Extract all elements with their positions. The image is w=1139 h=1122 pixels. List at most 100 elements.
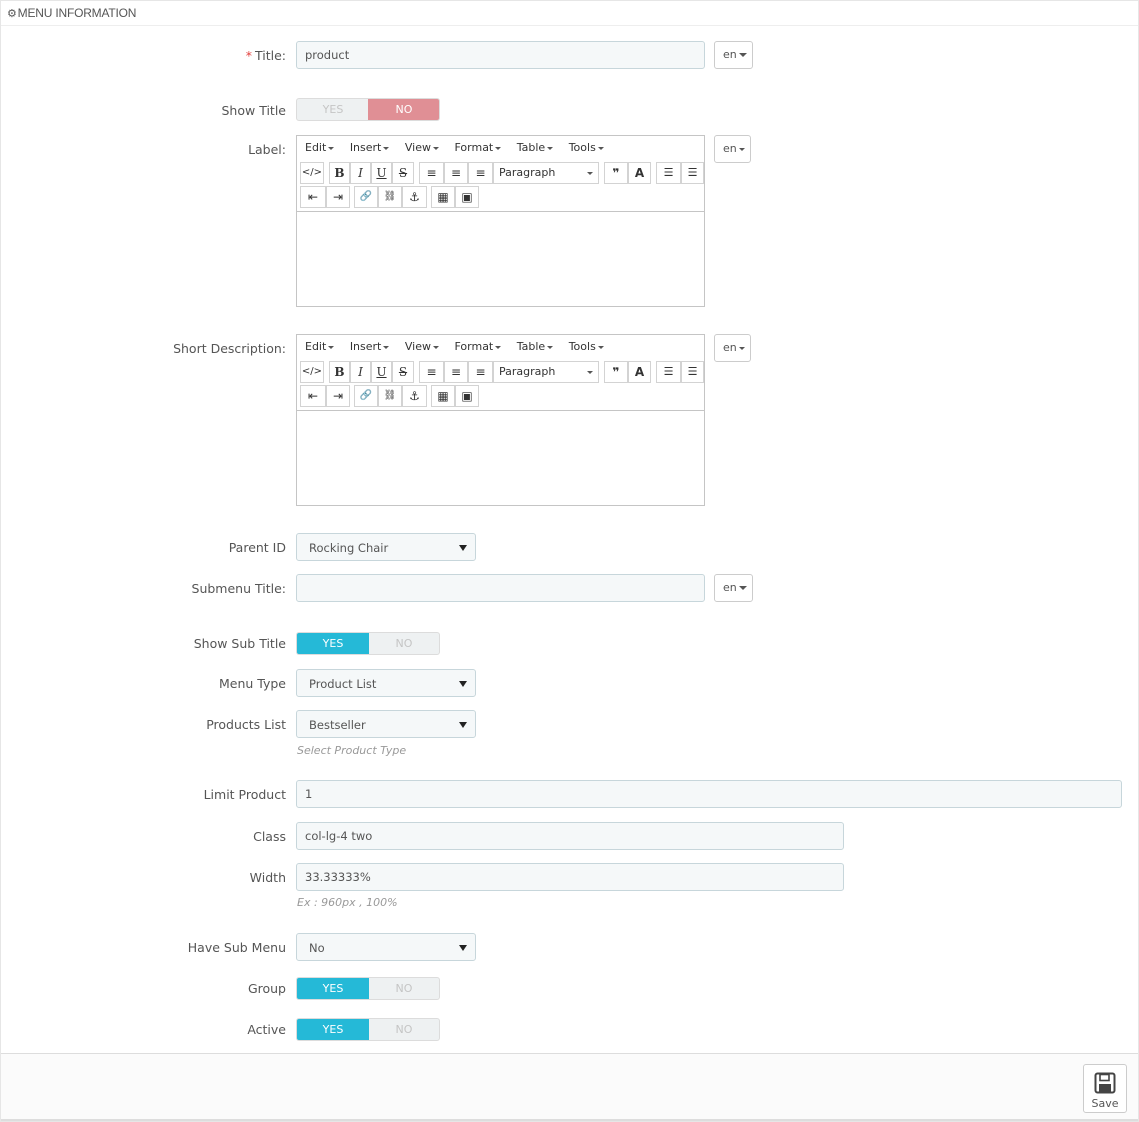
title-label-text: Title: xyxy=(255,48,286,63)
active-no[interactable]: NO xyxy=(368,1019,439,1040)
media-icon[interactable]: ▦ xyxy=(431,186,455,208)
italic-button[interactable]: I xyxy=(350,361,371,383)
align-right-icon[interactable]: ≡ xyxy=(468,162,493,184)
menu-insert[interactable]: Insert xyxy=(350,141,382,154)
show-title-no[interactable]: NO xyxy=(368,99,439,120)
numbered-list-icon[interactable]: ☰ xyxy=(681,361,704,383)
toolbar-row-1: </> B I U S ≡ ≡ ≡ Paragraph ❞ A ☰ ☰ xyxy=(300,361,704,385)
active-yes[interactable]: YES xyxy=(297,1019,369,1040)
outdent-icon[interactable]: ⇤ xyxy=(300,186,326,208)
title-input[interactable]: product xyxy=(296,41,705,69)
short-description-lang-text: en xyxy=(723,341,737,354)
unlink-icon[interactable]: ⛓ xyxy=(378,186,402,208)
menu-table[interactable]: Table xyxy=(517,340,545,353)
format-select[interactable]: Paragraph xyxy=(493,361,599,383)
blockquote-icon[interactable]: ❞ xyxy=(604,361,628,383)
blockquote-icon[interactable]: ❞ xyxy=(604,162,628,184)
caret-down-icon xyxy=(547,345,554,349)
align-center-icon[interactable]: ≡ xyxy=(444,162,468,184)
products-list-label: Products List xyxy=(206,717,286,732)
bullet-list-icon[interactable]: ☰ xyxy=(656,361,681,383)
menu-type-select[interactable]: Product List xyxy=(296,669,476,697)
label-lang-button[interactable]: en xyxy=(714,135,751,163)
underline-button[interactable]: U xyxy=(371,361,392,383)
limit-product-label: Limit Product xyxy=(203,787,286,802)
active-switch[interactable]: YES NO xyxy=(296,1018,440,1041)
dropdown-arrow-icon xyxy=(459,945,467,951)
group-switch[interactable]: YES NO xyxy=(296,977,440,1000)
show-title-yes[interactable]: YES xyxy=(297,99,369,120)
unlink-icon[interactable]: ⛓ xyxy=(378,385,402,407)
submenu-title-lang-button[interactable]: en xyxy=(714,574,753,602)
italic-button[interactable]: I xyxy=(350,162,371,184)
show-sub-title-yes[interactable]: YES xyxy=(297,633,369,654)
short-description-lang-button[interactable]: en xyxy=(714,334,751,362)
underline-button[interactable]: U xyxy=(371,162,392,184)
limit-product-input[interactable]: 1 xyxy=(296,780,1122,808)
active-label: Active xyxy=(247,1022,286,1037)
show-sub-title-no[interactable]: NO xyxy=(368,633,439,654)
title-lang-button[interactable]: en xyxy=(714,41,753,69)
group-yes[interactable]: YES xyxy=(297,978,369,999)
anchor-icon[interactable]: ⚓ xyxy=(402,385,427,407)
menu-format[interactable]: Format xyxy=(454,340,493,353)
bold-button[interactable]: B xyxy=(329,361,350,383)
numbered-list-icon[interactable]: ☰ xyxy=(681,162,704,184)
width-input[interactable]: 33.33333% xyxy=(296,863,844,891)
menu-tools[interactable]: Tools xyxy=(569,340,596,353)
title-label: * Title: xyxy=(246,48,286,63)
link-icon[interactable]: 🔗 xyxy=(354,385,378,407)
align-right-icon[interactable]: ≡ xyxy=(468,361,493,383)
caret-down-icon xyxy=(547,146,554,150)
caret-down-icon xyxy=(738,586,747,590)
show-title-switch[interactable]: YES NO xyxy=(296,98,440,121)
editor-toolbar: </> B I U S ≡ ≡ ≡ Paragraph ❞ A ☰ ☰ ⇤ ⇥ … xyxy=(297,359,704,411)
menu-edit[interactable]: Edit xyxy=(305,340,326,353)
caret-down-icon xyxy=(597,345,604,349)
strikethrough-button[interactable]: S xyxy=(392,162,414,184)
format-select-value: Paragraph xyxy=(499,166,556,179)
image-icon[interactable]: ▣ xyxy=(455,385,479,407)
label-field-label: Label: xyxy=(248,142,286,157)
label-lang-text: en xyxy=(723,142,737,155)
menu-format[interactable]: Format xyxy=(454,141,493,154)
menu-tools[interactable]: Tools xyxy=(569,141,596,154)
indent-icon[interactable]: ⇥ xyxy=(326,385,350,407)
class-input[interactable]: col-lg-4 two xyxy=(296,822,844,850)
align-left-icon[interactable]: ≡ xyxy=(419,361,444,383)
save-button[interactable]: Save xyxy=(1083,1064,1127,1113)
submenu-title-input[interactable] xyxy=(296,574,705,602)
menu-view[interactable]: View xyxy=(405,141,431,154)
short-description-editor: Edit Insert View Format Table Tools </> … xyxy=(296,334,705,506)
format-select[interactable]: Paragraph xyxy=(493,162,599,184)
bold-button[interactable]: B xyxy=(329,162,350,184)
align-left-icon[interactable]: ≡ xyxy=(419,162,444,184)
have-sub-menu-select[interactable]: No xyxy=(296,933,476,961)
submenu-title-label: Submenu Title: xyxy=(191,581,286,596)
menu-insert[interactable]: Insert xyxy=(350,340,382,353)
link-icon[interactable]: 🔗 xyxy=(354,186,378,208)
products-list-select[interactable]: Bestseller xyxy=(296,710,476,738)
width-label: Width xyxy=(249,870,286,885)
short-description-editor-body[interactable] xyxy=(297,411,704,505)
text-color-icon[interactable]: A xyxy=(628,361,651,383)
text-color-icon[interactable]: A xyxy=(628,162,651,184)
bullet-list-icon[interactable]: ☰ xyxy=(656,162,681,184)
menu-edit[interactable]: Edit xyxy=(305,141,326,154)
source-code-icon[interactable]: </> xyxy=(300,361,324,383)
outdent-icon[interactable]: ⇤ xyxy=(300,385,326,407)
label-editor-body[interactable] xyxy=(297,212,704,306)
show-sub-title-switch[interactable]: YES NO xyxy=(296,632,440,655)
parent-id-select[interactable]: Rocking Chair xyxy=(296,533,476,561)
cogs-icon: ⚙ xyxy=(7,8,17,20)
anchor-icon[interactable]: ⚓ xyxy=(402,186,427,208)
menu-table[interactable]: Table xyxy=(517,141,545,154)
media-icon[interactable]: ▦ xyxy=(431,385,455,407)
indent-icon[interactable]: ⇥ xyxy=(326,186,350,208)
source-code-icon[interactable]: </> xyxy=(300,162,324,184)
align-center-icon[interactable]: ≡ xyxy=(444,361,468,383)
group-no[interactable]: NO xyxy=(368,978,439,999)
menu-view[interactable]: View xyxy=(405,340,431,353)
strikethrough-button[interactable]: S xyxy=(392,361,414,383)
image-icon[interactable]: ▣ xyxy=(455,186,479,208)
